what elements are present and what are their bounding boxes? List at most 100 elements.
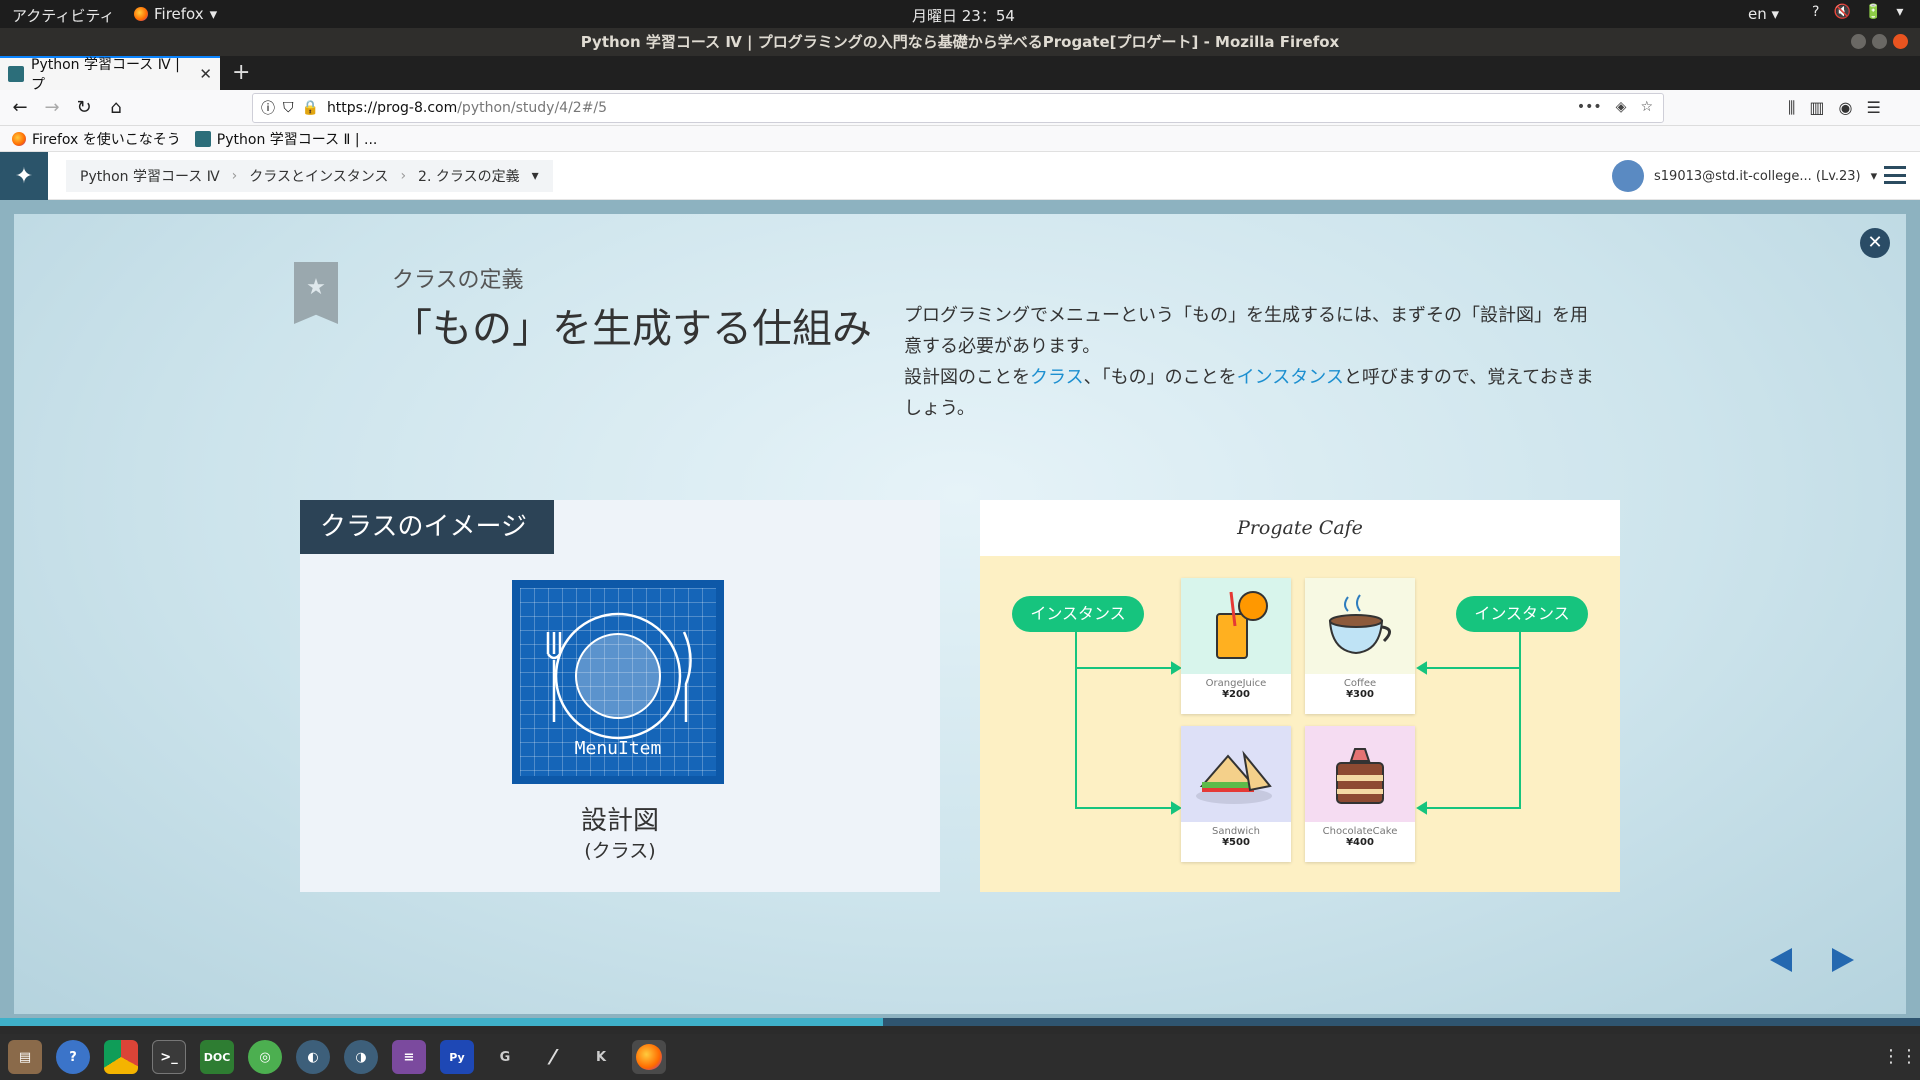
bookmark-item[interactable]: Firefox を使いこなそう (12, 129, 181, 149)
slide-progress-fill (0, 1018, 883, 1026)
account-icon[interactable]: ◉ (1839, 98, 1853, 118)
url-host: https://prog-8.com (326, 100, 458, 116)
volume-muted-icon[interactable]: 🔇 (1833, 4, 1850, 20)
back-button[interactable]: ← (8, 96, 32, 120)
app-menu[interactable]: Firefox ▾ (134, 5, 217, 23)
forward-button[interactable]: → (40, 96, 64, 120)
class-label: 設計図 (580, 806, 659, 836)
next-slide-button[interactable] (1832, 948, 1854, 972)
close-tab-icon[interactable]: ✕ (199, 65, 212, 83)
tab-label: Python 学習コース Ⅳ | プ (31, 57, 180, 93)
item-price: ¥500 (1222, 837, 1250, 848)
app-icon[interactable]: ◐ (296, 1040, 330, 1074)
chocolate-cake-icon (1305, 726, 1415, 822)
battery-icon[interactable]: 🔋 (1865, 4, 1882, 20)
text-editor-icon[interactable]: ≡ (392, 1040, 426, 1074)
tab-active[interactable]: Python 学習コース Ⅳ | プ ✕ (0, 56, 220, 93)
chevron-down-icon: ▾ (1870, 168, 1878, 184)
class-sublabel: (クラス) (584, 840, 656, 862)
breadcrumb-chapter[interactable]: クラスとインスタンス (249, 166, 388, 186)
item-name: ChocolateCake (1322, 826, 1398, 837)
progate-favicon-icon (194, 130, 211, 147)
bookmarks-toolbar: Firefox を使いこなそう Python 学習コース Ⅱ | ... (0, 126, 1920, 152)
files-icon[interactable]: ▤ (8, 1040, 42, 1074)
info-icon[interactable]: ⓘ (261, 98, 275, 118)
orange-juice-icon (1181, 578, 1291, 674)
user-menu[interactable]: s19013@std.it-college... (Lv.23) ▾ (1612, 160, 1877, 192)
activities-button[interactable]: アクティビティ (12, 5, 114, 26)
home-button[interactable]: ⌂ (104, 96, 128, 120)
lock-icon[interactable]: 🔒 (302, 100, 319, 116)
progate-favicon-icon (8, 66, 24, 82)
slide-heading: 「もの」を生成する仕組み (392, 306, 872, 352)
shield-icon[interactable]: ⛉ (283, 100, 294, 116)
k-app-icon[interactable]: K (584, 1040, 618, 1074)
app-icon[interactable]: ◑ (344, 1040, 378, 1074)
url-bar[interactable]: ⓘ ⛉ 🔒 https://prog-8.com/python/study/4/… (252, 93, 1664, 123)
more-actions-icon[interactable]: ••• (1577, 99, 1602, 115)
progate-header: ✦ Python 学習コース Ⅳ › クラスとインスタンス › 2. クラスの定… (0, 152, 1920, 200)
window-controls (1851, 34, 1908, 49)
green-app-icon[interactable]: ◎ (248, 1040, 282, 1074)
breadcrumb-lesson[interactable]: 2. クラスの定義 (418, 166, 520, 186)
menu-icon[interactable]: ☰ (1866, 98, 1880, 118)
slash-app-icon[interactable]: ⁄ (536, 1040, 570, 1074)
minimize-button[interactable] (1851, 34, 1866, 49)
instance-panel: Progate Cafe インスタンス インスタンス OrangeJuice ¥… (980, 500, 1620, 892)
new-tab-button[interactable]: + (232, 60, 250, 85)
item-name: Coffee (1343, 678, 1377, 689)
language-label: en (1748, 5, 1767, 23)
close-slide-button[interactable]: ✕ (1860, 228, 1890, 258)
chrome-icon[interactable] (104, 1040, 138, 1074)
maximize-button[interactable] (1872, 34, 1887, 49)
g-app-icon[interactable]: G (488, 1040, 522, 1074)
avatar (1612, 160, 1644, 192)
progate-logo-icon[interactable]: ✦ (0, 152, 48, 200)
desc-paragraph-1: プログラミングでメニューという「もの」を生成するには、まずその「設計図」を用意す… (904, 305, 1588, 357)
show-applications-icon[interactable]: ⋮⋮⋮ (1882, 1046, 1920, 1067)
menu-card-sandwich: Sandwich ¥500 (1181, 726, 1291, 862)
firefox-dock-icon[interactable] (632, 1040, 666, 1074)
pocket-icon[interactable]: ◈ (1616, 99, 1627, 115)
sandwich-icon (1181, 726, 1291, 822)
hamburger-menu-icon[interactable] (1884, 166, 1906, 184)
breadcrumb-course[interactable]: Python 学習コース Ⅳ (80, 166, 220, 186)
library-icon[interactable]: ⫼ (1788, 98, 1795, 118)
chevron-right-icon: › (400, 168, 407, 184)
chevron-right-icon: › (231, 168, 238, 184)
terminal-icon[interactable]: >_ (152, 1040, 186, 1074)
sidebar-icon[interactable]: ▥ (1809, 98, 1824, 118)
toolbar-right: ⫼ ▥ ◉ ☰ (1788, 98, 1881, 118)
app-menu-label: Firefox (154, 5, 204, 23)
clock[interactable]: 月曜日 23：54 (912, 5, 1015, 26)
bookmark-label: Python 学習コース Ⅱ | ... (216, 131, 378, 148)
instance-pill-right: インスタンス (1456, 596, 1588, 632)
bookmark-item[interactable]: Python 学習コース Ⅱ | ... (194, 129, 378, 149)
pyzm-icon[interactable]: Py (440, 1040, 474, 1074)
bookmark-star-icon[interactable]: ☆ (1640, 99, 1653, 115)
class-term-link: クラス (1030, 367, 1084, 388)
reload-button[interactable]: ↻ (72, 96, 96, 120)
window-title: Python 学習コース Ⅳ | プログラミングの入門なら基礎から学べるProg… (0, 28, 1920, 56)
system-tray[interactable]: ? 🔇 🔋 ▾ (1812, 4, 1903, 20)
instance-pill-left: インスタンス (1012, 596, 1144, 632)
breadcrumb: Python 学習コース Ⅳ › クラスとインスタンス › 2. クラスの定義 … (66, 160, 553, 192)
item-price: ¥400 (1346, 837, 1374, 848)
previous-slide-button[interactable] (1770, 948, 1792, 972)
system-top-bar: アクティビティ Firefox ▾ 月曜日 23：54 en ▾ ? 🔇 🔋 ▾ (0, 0, 1920, 28)
class-image-panel: クラスのイメージ MenuItem 設計図 (クラス) (300, 500, 940, 892)
bookmark-label: Firefox を使いこなそう (32, 131, 181, 148)
chevron-down-icon[interactable]: ▾ (1896, 4, 1903, 20)
slide-progress-bar (0, 1018, 1920, 1026)
tab-bar: Python 学習コース Ⅳ | プ ✕ + (0, 56, 1920, 93)
help-icon[interactable]: ? (1812, 4, 1819, 20)
panel-tag: クラスのイメージ (300, 500, 554, 554)
menu-card-orangejuice: OrangeJuice ¥200 (1181, 578, 1291, 714)
language-indicator[interactable]: en ▾ (1748, 5, 1779, 23)
chevron-down-icon[interactable]: ▾ (532, 168, 539, 184)
firefox-icon (134, 7, 148, 21)
close-window-button[interactable] (1893, 34, 1908, 49)
help-icon[interactable]: ? (56, 1040, 90, 1074)
navigation-bar: ← → ↻ ⌂ ⓘ ⛉ 🔒 https://prog-8.com/python/… (0, 90, 1920, 126)
doc-app-icon[interactable]: DOC (200, 1040, 234, 1074)
